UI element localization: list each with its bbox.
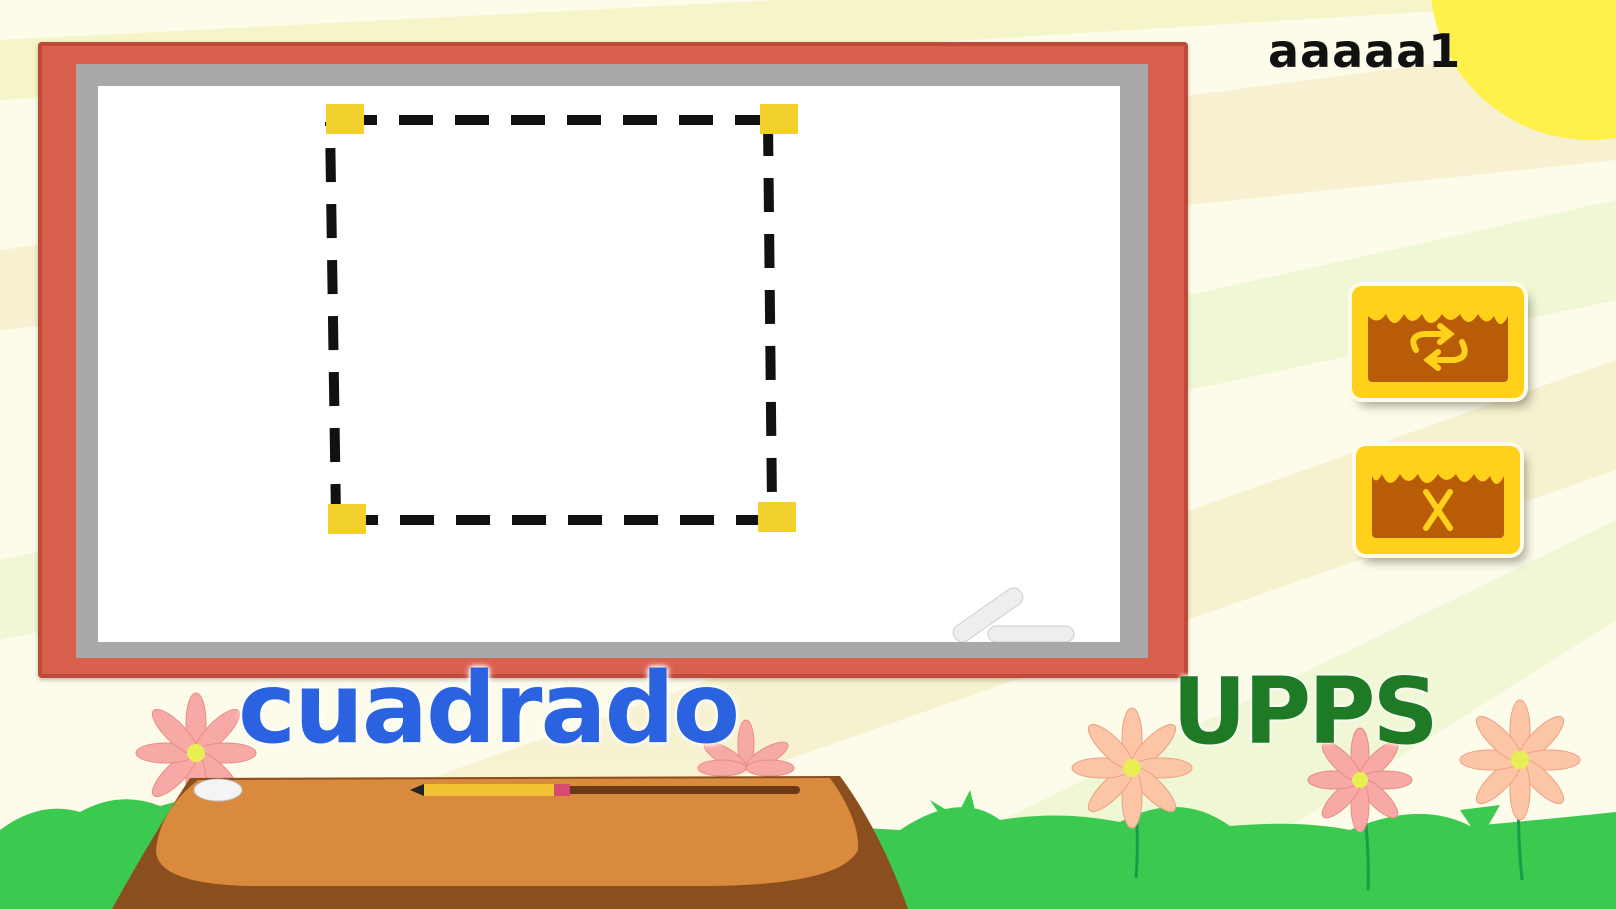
board-frame [38,42,1188,678]
board-tray [76,64,1148,658]
corner-dot-top-left[interactable] [326,104,364,134]
drawing-board[interactable] [98,86,1120,642]
restart-button[interactable] [1352,286,1524,398]
chalk-icon [952,587,1075,642]
dashed-square [325,115,777,525]
restart-button-plate [1368,302,1508,382]
shape-outline [325,104,1075,642]
corner-dot-top-right[interactable] [760,104,798,134]
corner-dot-bottom-right[interactable] [758,502,796,532]
close-button-plate [1372,462,1504,538]
close-x-icon [1372,462,1504,531]
player-name: aaaaa1 [1268,24,1462,78]
corner-dot-bottom-left[interactable] [328,504,366,534]
desk [112,776,908,909]
close-button[interactable] [1356,446,1520,554]
status-message: UPPS [1172,658,1439,765]
eraser-icon [193,778,243,802]
restart-arrows-icon [1368,302,1508,371]
shape-word: cuadrado [238,652,740,766]
